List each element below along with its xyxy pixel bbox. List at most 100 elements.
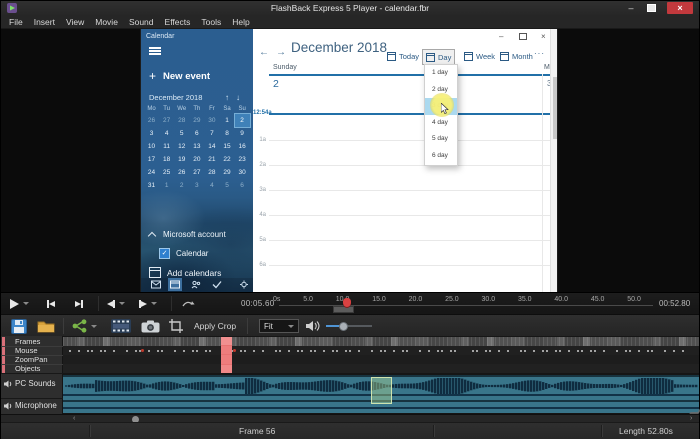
prev-month-arrow[interactable]: ← <box>259 47 269 58</box>
checkbox-checked-icon[interactable]: ✓ <box>159 248 170 259</box>
mini-cal-date[interactable]: 19 <box>174 153 189 166</box>
ruler-handle[interactable] <box>333 306 354 313</box>
settings-gear-icon[interactable] <box>239 280 249 289</box>
calendar-checkbox-row[interactable]: ✓ Calendar <box>159 248 208 259</box>
timeline-ruler[interactable]: 0s5.010.015.020.025.030.035.040.045.050.… <box>273 296 641 303</box>
track-label-objects[interactable]: Objects <box>15 364 40 373</box>
mini-cal-date[interactable]: 4 <box>204 179 219 192</box>
maximize-button[interactable] <box>642 2 660 14</box>
mini-cal-date[interactable]: 16 <box>235 140 250 153</box>
day-view-button[interactable]: Day <box>422 49 455 65</box>
frames-track[interactable] <box>63 337 699 346</box>
volume-slider[interactable] <box>326 325 372 327</box>
mini-cal-date[interactable]: 28 <box>174 114 189 127</box>
timeline-playhead[interactable] <box>221 337 232 373</box>
loop-button[interactable] <box>181 296 195 311</box>
mini-cal-date[interactable]: 13 <box>189 140 204 153</box>
account-section[interactable]: Microsoft account <box>149 230 226 239</box>
dropdown-item-1-day[interactable]: 1 day <box>425 65 457 82</box>
microphone-speaker-icon[interactable] <box>4 402 13 410</box>
mini-cal-date[interactable]: 29 <box>219 166 234 179</box>
mini-cal-date[interactable]: 26 <box>174 166 189 179</box>
mini-cal-date[interactable]: 29 <box>189 114 204 127</box>
step-back-caret-icon[interactable] <box>119 302 125 305</box>
week-view-button[interactable]: Week <box>461 49 498 63</box>
mini-cal-date[interactable]: 15 <box>219 140 234 153</box>
crop-button[interactable] <box>169 318 183 334</box>
dropdown-item-4-day[interactable]: 4 day <box>425 115 457 132</box>
mini-cal-date[interactable]: 2 <box>174 179 189 192</box>
mini-cal-date[interactable]: 22 <box>219 153 234 166</box>
apply-crop-button[interactable]: Apply Crop <box>194 318 236 334</box>
mini-cal-date[interactable]: 21 <box>204 153 219 166</box>
mini-cal-date[interactable]: 30 <box>235 166 250 179</box>
menu-file[interactable]: File <box>9 17 23 27</box>
mini-cal-down-icon[interactable]: ↓ <box>236 93 247 102</box>
pc-sounds-speaker-icon[interactable] <box>4 380 13 388</box>
mini-cal-date[interactable]: 24 <box>144 166 159 179</box>
mini-cal-date[interactable]: 7 <box>204 127 219 140</box>
playhead-marker[interactable] <box>343 298 351 307</box>
overflow-menu-button[interactable]: ··· <box>534 49 545 58</box>
people-icon[interactable] <box>191 280 201 289</box>
track-label-frames[interactable]: Frames <box>15 337 40 346</box>
menu-insert[interactable]: Insert <box>34 17 55 27</box>
play-dropdown-caret-icon[interactable] <box>23 302 29 305</box>
today-button[interactable]: Today <box>384 49 422 63</box>
menu-view[interactable]: View <box>66 17 84 27</box>
zoompan-track[interactable] <box>63 355 699 364</box>
mini-cal-date[interactable]: 25 <box>159 166 174 179</box>
cal-maximize-button[interactable] <box>519 33 527 42</box>
menu-sound[interactable]: Sound <box>129 17 154 27</box>
mini-cal-date[interactable]: 2 <box>235 114 250 127</box>
mute-button[interactable] <box>306 318 320 334</box>
mini-cal-date[interactable]: 14 <box>204 140 219 153</box>
menu-effects[interactable]: Effects <box>165 17 191 27</box>
objects-track[interactable] <box>63 364 699 373</box>
mini-cal-date[interactable]: 1 <box>219 114 234 127</box>
hamburger-icon[interactable] <box>149 47 161 55</box>
cal-minimize-button[interactable]: – <box>499 32 503 41</box>
track-label-mouse[interactable]: Mouse <box>15 346 38 355</box>
sound-marker[interactable] <box>371 377 392 404</box>
next-month-arrow[interactable]: → <box>276 47 286 58</box>
mini-cal-date[interactable]: 28 <box>204 166 219 179</box>
minimize-button[interactable]: – <box>623 2 639 14</box>
mini-cal-date[interactable]: 3 <box>189 179 204 192</box>
mini-cal-date[interactable]: 30 <box>204 114 219 127</box>
export-movie-button[interactable] <box>111 318 131 334</box>
track-label-pc-sounds[interactable]: PC Sounds <box>15 379 55 388</box>
calendar-icon[interactable] <box>170 280 180 289</box>
mini-cal-date[interactable]: 12 <box>174 140 189 153</box>
volume-thumb[interactable] <box>339 322 348 331</box>
dropdown-item-6-day[interactable]: 6 day <box>425 148 457 165</box>
mini-cal-date[interactable]: 1 <box>159 179 174 192</box>
mini-cal-date[interactable]: 9 <box>235 127 250 140</box>
add-calendars-button[interactable]: Add calendars <box>149 267 221 278</box>
mini-cal-date[interactable]: 8 <box>219 127 234 140</box>
track-label-zoompan[interactable]: ZoomPan <box>15 355 48 364</box>
go-to-end-button[interactable] <box>75 296 83 311</box>
mini-cal-date[interactable]: 18 <box>159 153 174 166</box>
step-forward-button[interactable] <box>139 296 157 311</box>
menu-help[interactable]: Help <box>232 17 249 27</box>
cal-close-button[interactable]: × <box>541 32 546 41</box>
open-button[interactable] <box>37 318 55 334</box>
dropdown-item-5-day[interactable]: 5 day <box>425 131 457 148</box>
new-event-button[interactable]: + New event <box>149 69 210 83</box>
mini-cal-up-icon[interactable]: ↑ <box>225 93 236 102</box>
calendar-scrollbar-thumb[interactable] <box>553 77 557 139</box>
mini-cal-date[interactable]: 5 <box>174 127 189 140</box>
mini-cal-date[interactable]: 17 <box>144 153 159 166</box>
mini-cal-date[interactable]: 26 <box>144 114 159 127</box>
calendar-scrollbar[interactable] <box>550 29 557 292</box>
mini-cal-date[interactable]: 5 <box>219 179 234 192</box>
month-view-button[interactable]: Month <box>497 49 536 63</box>
menu-movie[interactable]: Movie <box>95 17 118 27</box>
snapshot-button[interactable] <box>141 318 160 334</box>
share-caret-icon[interactable] <box>91 325 97 328</box>
mouse-track[interactable] <box>63 346 699 355</box>
mail-icon[interactable] <box>151 280 161 289</box>
step-back-button[interactable] <box>107 296 125 311</box>
mini-cal-date[interactable]: 3 <box>144 127 159 140</box>
